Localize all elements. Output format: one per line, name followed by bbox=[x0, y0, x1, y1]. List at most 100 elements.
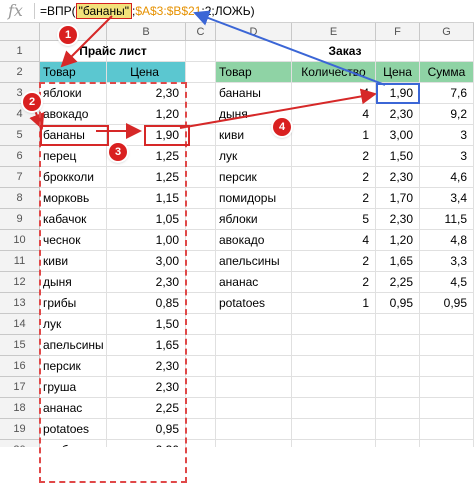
order-price[interactable]: 1,20 bbox=[376, 230, 420, 251]
grid-cell[interactable] bbox=[186, 419, 216, 440]
order-price[interactable]: 2,25 bbox=[376, 272, 420, 293]
grid-cell[interactable] bbox=[420, 356, 474, 377]
order-item[interactable]: potatoes bbox=[216, 293, 292, 314]
grid-cell[interactable] bbox=[292, 377, 376, 398]
order-item[interactable]: ананас bbox=[216, 272, 292, 293]
order-qty[interactable]: 4 bbox=[292, 104, 376, 125]
row-header[interactable]: 15 bbox=[0, 335, 40, 356]
grid-cell[interactable] bbox=[186, 167, 216, 188]
row-header[interactable]: 8 bbox=[0, 188, 40, 209]
grid-cell[interactable] bbox=[186, 356, 216, 377]
row-header[interactable]: 9 bbox=[0, 209, 40, 230]
grid-cell[interactable] bbox=[186, 293, 216, 314]
column-header-b[interactable]: B bbox=[107, 23, 186, 41]
order-price[interactable]: 1,70 bbox=[376, 188, 420, 209]
row-header[interactable]: 17 bbox=[0, 377, 40, 398]
row-header[interactable]: 11 bbox=[0, 251, 40, 272]
grid-cell[interactable] bbox=[186, 83, 216, 104]
order-qty[interactable]: 4 bbox=[292, 83, 376, 104]
order-sum[interactable]: 11,5 bbox=[420, 209, 474, 230]
grid-cell[interactable] bbox=[292, 314, 376, 335]
grid-cell[interactable] bbox=[376, 440, 420, 447]
grid-cell[interactable] bbox=[186, 125, 216, 146]
grid-cell[interactable] bbox=[216, 419, 292, 440]
grid-cell[interactable] bbox=[216, 398, 292, 419]
grid-cell[interactable] bbox=[186, 41, 216, 62]
grid-cell[interactable] bbox=[186, 335, 216, 356]
order-item[interactable]: персик bbox=[216, 167, 292, 188]
grid-cell[interactable] bbox=[186, 377, 216, 398]
grid-cell[interactable] bbox=[292, 398, 376, 419]
grid-cell[interactable] bbox=[292, 419, 376, 440]
row-header[interactable]: 20 bbox=[0, 440, 40, 447]
grid-cell[interactable] bbox=[216, 335, 292, 356]
column-header-e[interactable]: E bbox=[292, 23, 376, 41]
row-header[interactable]: 19 bbox=[0, 419, 40, 440]
order-qty[interactable]: 2 bbox=[292, 251, 376, 272]
row-header[interactable]: 10 bbox=[0, 230, 40, 251]
grid-cell[interactable] bbox=[376, 335, 420, 356]
grid-cell[interactable] bbox=[186, 209, 216, 230]
grid-cell[interactable] bbox=[186, 230, 216, 251]
row-header[interactable]: 2 bbox=[0, 62, 40, 83]
grid-cell[interactable] bbox=[376, 377, 420, 398]
order-sum[interactable]: 9,2 bbox=[420, 104, 474, 125]
grid-cell[interactable] bbox=[186, 104, 216, 125]
order-sum[interactable]: 3,4 bbox=[420, 188, 474, 209]
order-qty[interactable]: 4 bbox=[292, 230, 376, 251]
grid-cell[interactable] bbox=[420, 398, 474, 419]
grid-cell[interactable] bbox=[420, 440, 474, 447]
order-qty[interactable]: 2 bbox=[292, 146, 376, 167]
order-sum[interactable]: 4,8 bbox=[420, 230, 474, 251]
row-header[interactable]: 7 bbox=[0, 167, 40, 188]
grid-cell[interactable] bbox=[186, 146, 216, 167]
order-qty[interactable]: 2 bbox=[292, 167, 376, 188]
row-header[interactable]: 14 bbox=[0, 314, 40, 335]
grid-cell[interactable] bbox=[376, 419, 420, 440]
grid-cell[interactable] bbox=[216, 356, 292, 377]
order-sum[interactable]: 3,3 bbox=[420, 251, 474, 272]
grid-cell[interactable] bbox=[186, 398, 216, 419]
grid-cell[interactable] bbox=[186, 272, 216, 293]
order-item[interactable]: авокадо bbox=[216, 230, 292, 251]
row-header[interactable]: 6 bbox=[0, 146, 40, 167]
corner-cell[interactable] bbox=[0, 23, 40, 41]
row-header[interactable]: 12 bbox=[0, 272, 40, 293]
row-header[interactable]: 16 bbox=[0, 356, 40, 377]
row-header[interactable]: 5 bbox=[0, 125, 40, 146]
order-sum[interactable]: 4,5 bbox=[420, 272, 474, 293]
order-price[interactable]: 0,95 bbox=[376, 293, 420, 314]
column-header-f[interactable]: F bbox=[376, 23, 420, 41]
order-sum[interactable]: 7,6 bbox=[420, 83, 474, 104]
order-price[interactable]: 1,50 bbox=[376, 146, 420, 167]
formula-text[interactable]: =ВПР("бананы" ;$A$3:$B$21;2;ЛОЖЬ) bbox=[40, 3, 255, 19]
order-price[interactable]: 2,30 bbox=[376, 104, 420, 125]
row-header[interactable]: 1 bbox=[0, 41, 40, 62]
grid-cell[interactable] bbox=[420, 377, 474, 398]
order-item[interactable]: бананы bbox=[216, 83, 292, 104]
order-qty[interactable]: 5 bbox=[292, 209, 376, 230]
column-header-g[interactable]: G bbox=[420, 23, 474, 41]
row-header[interactable]: 13 bbox=[0, 293, 40, 314]
grid-cell[interactable] bbox=[376, 356, 420, 377]
order-price[interactable]: 1,65 bbox=[376, 251, 420, 272]
grid-cell[interactable] bbox=[216, 440, 292, 447]
grid-cell[interactable] bbox=[376, 314, 420, 335]
order-price[interactable]: 3,00 bbox=[376, 125, 420, 146]
grid-cell[interactable] bbox=[186, 251, 216, 272]
column-header-c[interactable]: C bbox=[186, 23, 216, 41]
grid-cell[interactable] bbox=[420, 335, 474, 356]
grid-cell[interactable] bbox=[292, 356, 376, 377]
grid-cell[interactable] bbox=[292, 335, 376, 356]
order-price[interactable]: 2,30 bbox=[376, 167, 420, 188]
order-item[interactable]: яблоки bbox=[216, 209, 292, 230]
order-item[interactable]: апельсины bbox=[216, 251, 292, 272]
grid-cell[interactable] bbox=[420, 314, 474, 335]
grid-cell[interactable] bbox=[186, 440, 216, 447]
order-qty[interactable]: 2 bbox=[292, 188, 376, 209]
order-sum[interactable]: 0,95 bbox=[420, 293, 474, 314]
grid-cell[interactable] bbox=[216, 314, 292, 335]
order-qty[interactable]: 1 bbox=[292, 293, 376, 314]
formula-bar[interactable]: fx =ВПР("бананы" ;$A$3:$B$21;2;ЛОЖЬ) bbox=[0, 0, 474, 23]
grid-cell[interactable] bbox=[376, 398, 420, 419]
